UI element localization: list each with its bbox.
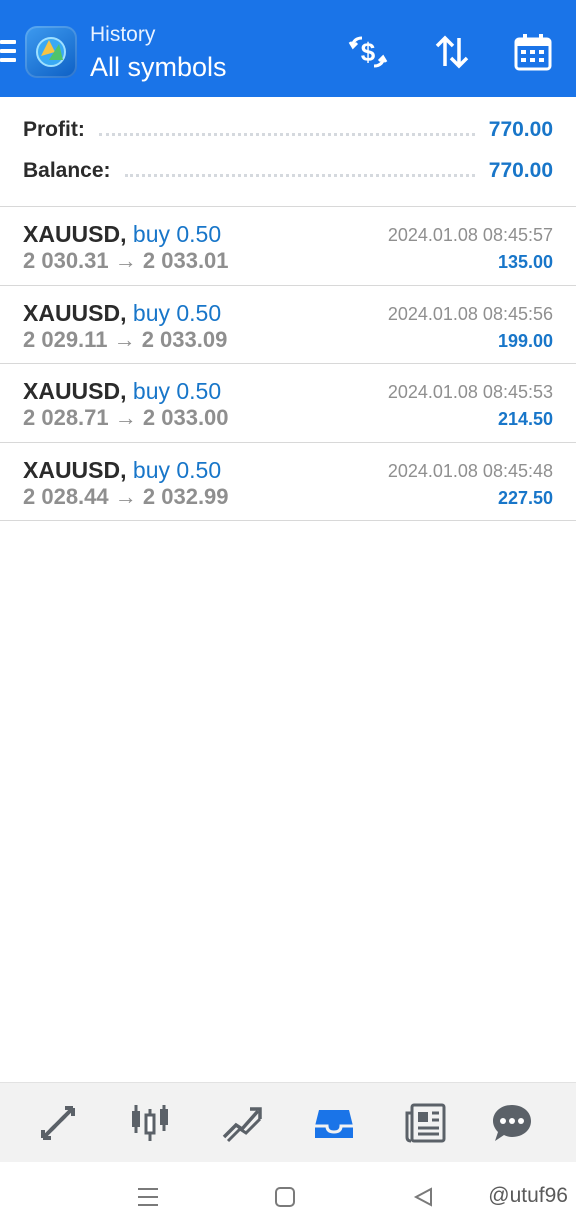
- close-price: 2 032.99: [142, 483, 229, 509]
- profit-row: Profit: 770.00: [23, 115, 553, 145]
- deal-profit: 135.00: [497, 252, 553, 272]
- leader-dots: [98, 132, 475, 136]
- bottom-tab-bar: [0, 1082, 576, 1162]
- watermark-text: @utuf96: [488, 1184, 568, 1207]
- header-subtitle: History: [90, 23, 156, 46]
- deal-symbol: XAUUSD,: [23, 456, 127, 483]
- deal-time: 2024.01.08 08:45:53: [387, 382, 553, 402]
- open-price: 2 028.44: [23, 483, 109, 509]
- deal-time: 2024.01.08 08:45:56: [387, 303, 553, 324]
- app-header: History All symbols $: [0, 0, 576, 97]
- deal-time: 2024.01.08 08:45:57: [387, 225, 553, 245]
- deal-prices: 2 028.44 → 2 032.99: [23, 484, 229, 510]
- deals-list: XAUUSD, buy 0.50 2 030.31 → 2 033.01 202…: [0, 207, 576, 521]
- deal-type: buy 0.50: [132, 456, 222, 483]
- close-price: 2 033.00: [142, 405, 229, 430]
- open-price: 2 028.71: [23, 405, 109, 430]
- profit-label: Profit:: [23, 118, 85, 141]
- recents-icon[interactable]: [135, 1184, 161, 1210]
- deal-symbol: XAUUSD,: [23, 378, 127, 404]
- balance-value: 770.00: [488, 159, 553, 182]
- deal-profit: 199.00: [497, 330, 553, 351]
- deal-prices: 2 029.11 → 2 033.09: [23, 327, 227, 353]
- arrow-icon: →: [114, 405, 137, 430]
- close-price: 2 033.09: [141, 326, 228, 352]
- home-icon[interactable]: [272, 1184, 298, 1210]
- open-price: 2 030.31: [23, 248, 109, 273]
- deal-symbol-line: XAUUSD, buy 0.50: [23, 378, 221, 405]
- close-price: 2 033.01: [142, 248, 229, 273]
- calendar-icon[interactable]: [511, 30, 555, 74]
- sort-icon[interactable]: [430, 30, 474, 74]
- profit-value: 770.00: [488, 118, 553, 141]
- arrow-icon: →: [114, 248, 137, 273]
- deal-prices: 2 028.71 → 2 033.00: [23, 405, 229, 431]
- deal-type: buy 0.50: [132, 299, 222, 326]
- header-title[interactable]: All symbols: [90, 52, 227, 83]
- deal-type: buy 0.50: [132, 221, 222, 247]
- deal-row[interactable]: XAUUSD, buy 0.50 2 028.44 → 2 032.99 202…: [0, 443, 576, 521]
- deal-row[interactable]: XAUUSD, buy 0.50 2 029.11 → 2 033.09 202…: [0, 286, 576, 364]
- metatrader-logo-icon: [25, 26, 77, 78]
- chart-candles-icon[interactable]: [128, 1101, 172, 1145]
- deal-row[interactable]: XAUUSD, buy 0.50 2 030.31 → 2 033.01 202…: [0, 207, 576, 286]
- open-price: 2 029.11: [23, 326, 108, 352]
- quotes-icon[interactable]: [36, 1101, 80, 1145]
- svg-text:$: $: [361, 37, 376, 67]
- deal-prices: 2 030.31 → 2 033.01: [23, 248, 229, 274]
- history-summary: Profit: 770.00 Balance: 770.00: [0, 97, 576, 207]
- deal-symbol-line: XAUUSD, buy 0.50: [23, 300, 221, 327]
- trade-icon[interactable]: [220, 1101, 264, 1145]
- balance-row: Balance: 770.00: [23, 156, 553, 186]
- deal-symbol-line: XAUUSD, buy 0.50: [23, 221, 221, 248]
- deal-type: buy 0.50: [132, 378, 222, 404]
- arrow-icon: →: [113, 326, 136, 352]
- deal-row[interactable]: XAUUSD, buy 0.50 2 028.71 → 2 033.00 202…: [0, 364, 576, 443]
- history-inbox-icon[interactable]: [312, 1101, 356, 1145]
- hamburger-menu-icon[interactable]: [0, 40, 16, 62]
- deal-profit: 214.50: [497, 409, 553, 429]
- leader-dots: [124, 173, 475, 177]
- chat-icon[interactable]: [490, 1101, 534, 1145]
- balance-label: Balance:: [23, 159, 111, 182]
- deal-time: 2024.01.08 08:45:48: [387, 460, 553, 481]
- deal-symbol: XAUUSD,: [23, 299, 127, 326]
- deal-symbol: XAUUSD,: [23, 221, 127, 247]
- system-nav-bar: @utuf96: [0, 1162, 576, 1231]
- back-icon[interactable]: [410, 1184, 436, 1210]
- news-icon[interactable]: [404, 1101, 448, 1145]
- arrow-icon: →: [114, 483, 137, 509]
- deal-symbol-line: XAUUSD, buy 0.50: [23, 457, 221, 484]
- deal-profit: 227.50: [497, 487, 553, 508]
- dollar-exchange-icon[interactable]: $: [346, 30, 390, 74]
